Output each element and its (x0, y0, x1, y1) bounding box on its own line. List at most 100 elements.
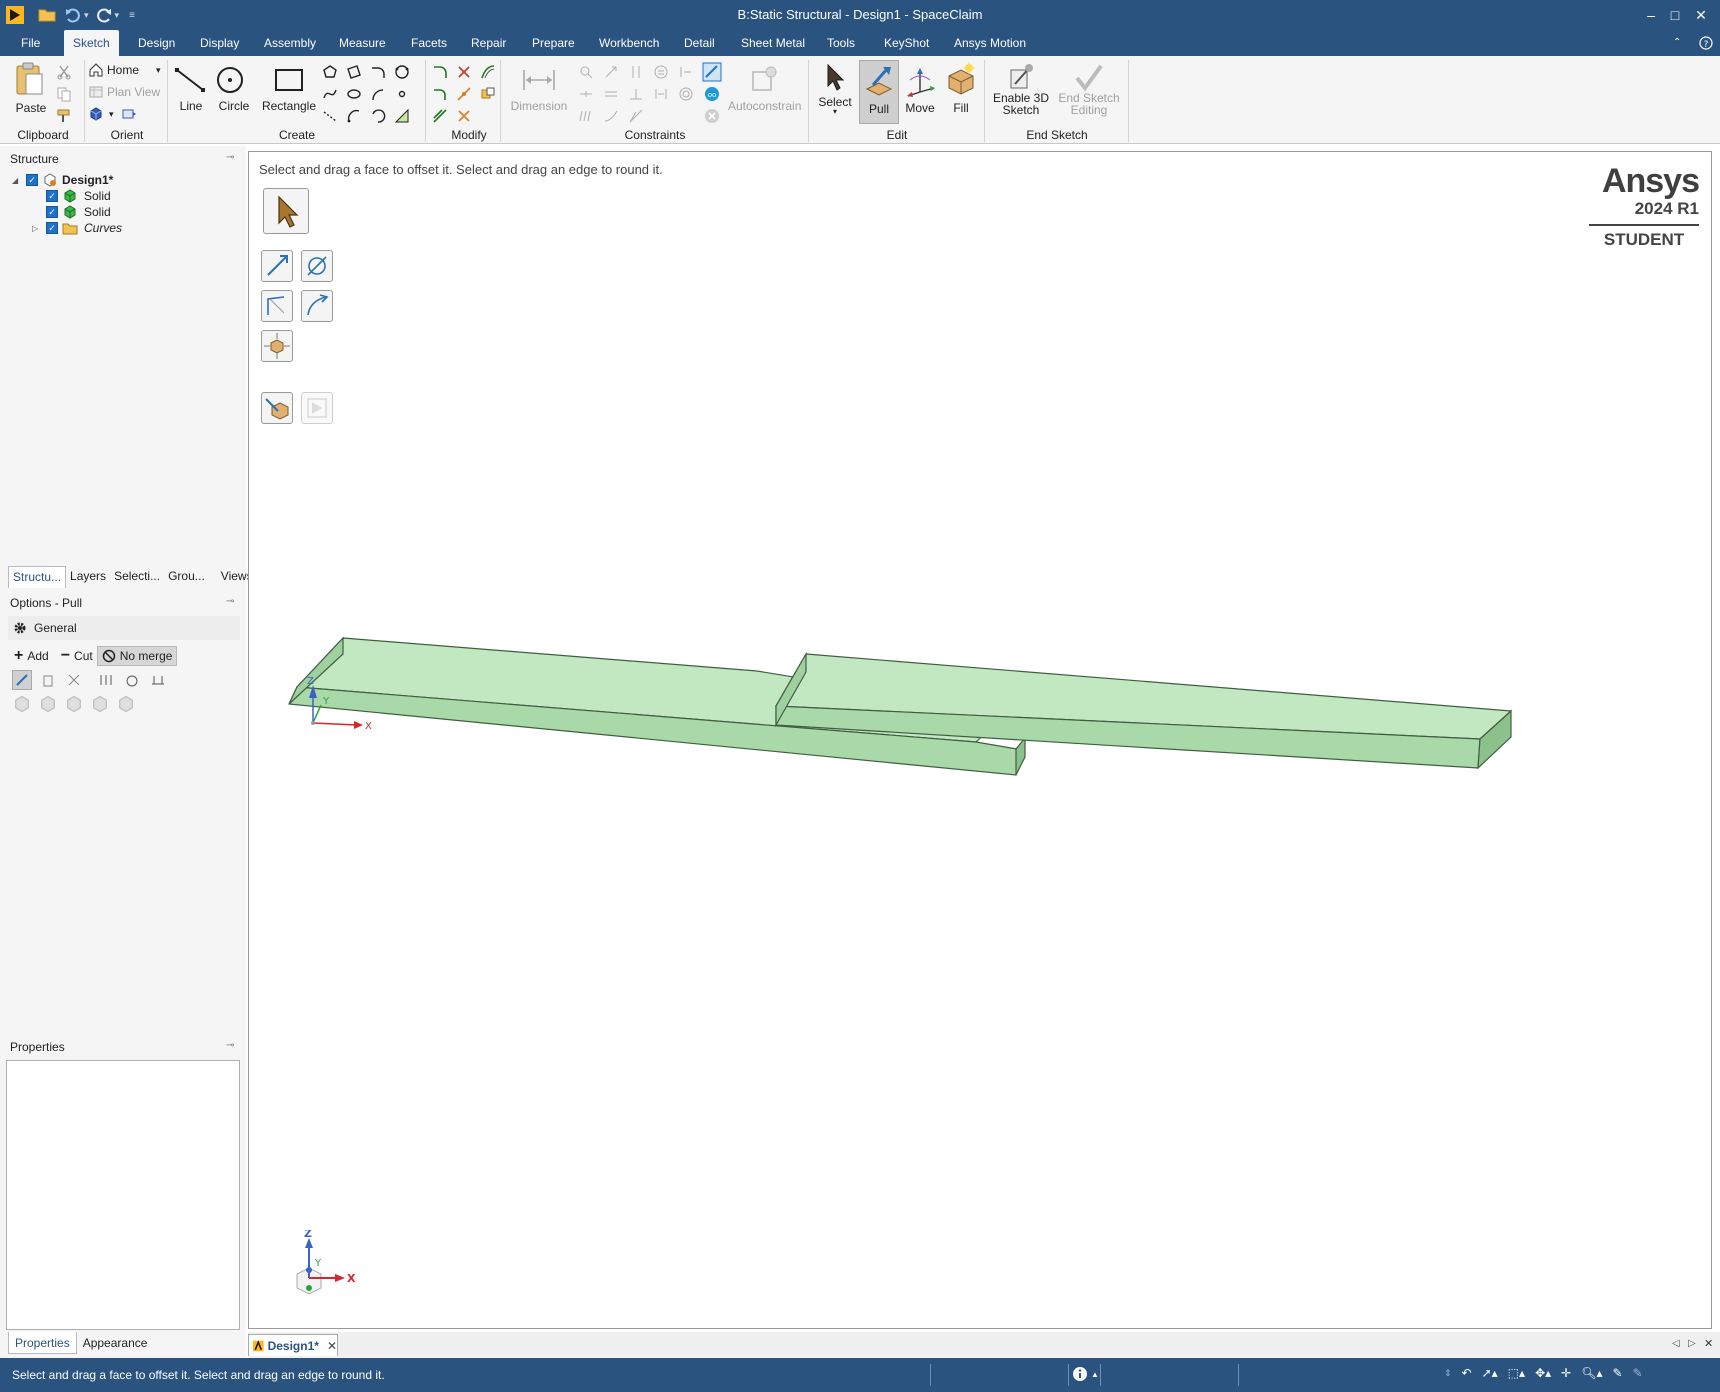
fix-icon[interactable] (603, 64, 619, 80)
scroll-tabs-left-icon[interactable]: ◁ (1672, 1338, 1680, 1349)
tab-ansys-motion[interactable]: Ansys Motion (945, 30, 1035, 56)
midpoint-icon[interactable] (678, 64, 694, 80)
horizontal-icon[interactable] (578, 86, 594, 102)
tab-selection[interactable]: Selecti... (110, 566, 164, 588)
add-option[interactable]: Add (27, 649, 48, 663)
three-point-rectangle-icon[interactable] (346, 64, 362, 80)
option-cube-icon[interactable] (38, 694, 58, 714)
draft-icon[interactable] (148, 670, 168, 690)
maximize-button[interactable]: □ (1664, 6, 1686, 24)
rectangle-button[interactable]: Rectangle (259, 62, 319, 112)
revolve-guide-tool[interactable] (301, 250, 333, 282)
slot-arc-icon[interactable] (370, 108, 386, 124)
tangent-arc-icon[interactable] (370, 64, 386, 80)
enable-3d-sketch-button[interactable]: Enable 3D Sketch (990, 62, 1052, 116)
view-triad[interactable]: Z X Y (287, 1230, 357, 1300)
face-curve-icon[interactable] (394, 108, 410, 124)
split-curve-icon[interactable] (432, 86, 448, 102)
polygon-icon[interactable] (322, 64, 338, 80)
tab-file[interactable]: File (12, 30, 49, 56)
collapse-arrow-icon[interactable]: ◢ (12, 176, 26, 185)
tab-detail[interactable]: Detail (675, 30, 724, 56)
3d-viewport[interactable]: Select and drag a face to offset it. Sel… (248, 151, 1712, 1329)
pin-icon[interactable]: ⊸ (226, 596, 234, 607)
select-mode-icon[interactable]: ➚▴ (1482, 1366, 1498, 1380)
visibility-checkbox[interactable]: ✓ (26, 174, 38, 186)
snap-view-icon[interactable] (121, 106, 137, 122)
pin-icon[interactable]: ⊸ (226, 1040, 234, 1051)
scale-icon[interactable] (432, 108, 448, 124)
options-general-section[interactable]: General (8, 616, 240, 640)
expand-arrow-icon[interactable]: ▷ (32, 224, 46, 233)
move-button[interactable]: Move (902, 62, 938, 114)
visibility-checkbox[interactable]: ✓ (46, 190, 58, 202)
delete-constraints-icon[interactable] (704, 108, 720, 124)
select-direction-icon[interactable] (12, 670, 32, 690)
spline-icon[interactable] (322, 86, 338, 102)
sweep-arc-icon[interactable] (370, 86, 386, 102)
spin-arrows-icon[interactable]: ⇕ (1444, 1368, 1452, 1379)
option-cube-icon[interactable] (90, 694, 110, 714)
tab-appearance[interactable]: Appearance (77, 1332, 154, 1354)
document-tab-design1[interactable]: Design1* ✕ (248, 1334, 338, 1356)
solid-body-2[interactable] (774, 651, 1513, 770)
view-dropdown-icon[interactable]: ▾ (109, 109, 114, 120)
option-cube-icon[interactable] (12, 694, 32, 714)
vertical-icon[interactable] (628, 64, 644, 80)
extend-icon[interactable] (456, 108, 472, 124)
tab-design[interactable]: Design (129, 30, 184, 56)
no-merge-option[interactable]: No merge (96, 646, 178, 666)
plan-view-button[interactable]: Plan View (88, 84, 160, 100)
symmetric-icon[interactable] (653, 86, 669, 102)
pivot-icon[interactable] (64, 670, 84, 690)
format-painter-icon[interactable] (56, 108, 72, 124)
tab-measure[interactable]: Measure (330, 30, 395, 56)
show-constraints-icon[interactable] (702, 62, 722, 82)
tree-item-design[interactable]: ◢ ✓ Design1* (12, 172, 237, 188)
end-sketch-editing-button[interactable]: End Sketch Editing (1056, 62, 1122, 116)
view-cube-button[interactable]: ▾ (88, 106, 137, 122)
perpendicular-icon[interactable] (628, 86, 644, 102)
offset-curve-icon[interactable] (480, 64, 496, 80)
visibility-checkbox[interactable]: ✓ (46, 206, 58, 218)
tab-layers[interactable]: Layers (66, 566, 110, 588)
box-select-icon[interactable]: ⬚▴ (1508, 1366, 1525, 1380)
visibility-checkbox[interactable]: ✓ (46, 222, 58, 234)
tab-display[interactable]: Display (191, 30, 248, 56)
direction-guide-tool[interactable] (261, 250, 293, 282)
scroll-tabs-right-icon[interactable]: ▷ (1688, 1338, 1696, 1349)
complete-guide-tool[interactable] (261, 392, 293, 424)
select-dropdown-icon[interactable]: ▾ (816, 108, 854, 116)
tree-item-curves[interactable]: ▷ ✓ Curves (12, 220, 237, 236)
tab-properties[interactable]: Properties (8, 1332, 77, 1354)
rotate-select-icon[interactable]: ↶ (1462, 1366, 1472, 1380)
tab-sheet-metal[interactable]: Sheet Metal (732, 30, 814, 56)
info-button[interactable]: ▲ (1072, 1366, 1099, 1382)
tab-workbench[interactable]: Workbench (590, 30, 668, 56)
close-button[interactable]: ✕ (1690, 6, 1712, 24)
tree-item-solid[interactable]: ✓ Solid (12, 204, 237, 220)
close-document-icon[interactable]: ✕ (1704, 1337, 1713, 1350)
cut-option[interactable]: Cut (74, 649, 93, 663)
help-icon[interactable]: ? (1690, 30, 1720, 56)
up-to-guide-tool[interactable] (261, 290, 293, 322)
tab-structure[interactable]: Structu... (8, 566, 67, 588)
scale-body-guide-tool[interactable] (261, 330, 293, 362)
three-point-arc-icon[interactable] (346, 108, 362, 124)
trim-away-icon[interactable] (456, 64, 472, 80)
sweep-icon[interactable] (122, 670, 142, 690)
spin-view-icon[interactable]: ✥▴ (1535, 1366, 1551, 1380)
pan-icon[interactable]: ✛ (1561, 1366, 1571, 1380)
dimension-button[interactable]: Dimension (510, 62, 568, 112)
equal-icon[interactable] (653, 64, 669, 80)
collinear-icon[interactable] (578, 108, 594, 124)
autoconstrain-button[interactable]: Autoconstrain (728, 62, 801, 112)
select-button[interactable]: Select ▾ (816, 62, 854, 116)
home-dropdown-icon[interactable]: ▾ (156, 65, 161, 76)
tab-assembly[interactable]: Assembly (255, 30, 325, 56)
line-button[interactable]: Line (174, 62, 208, 112)
parallel-icon[interactable] (603, 86, 619, 102)
sweep-guide-tool[interactable] (301, 290, 333, 322)
zoom-icon[interactable]: 🔍︎▴ (1581, 1366, 1602, 1380)
constraint-status-icon[interactable]: oo (704, 86, 720, 102)
